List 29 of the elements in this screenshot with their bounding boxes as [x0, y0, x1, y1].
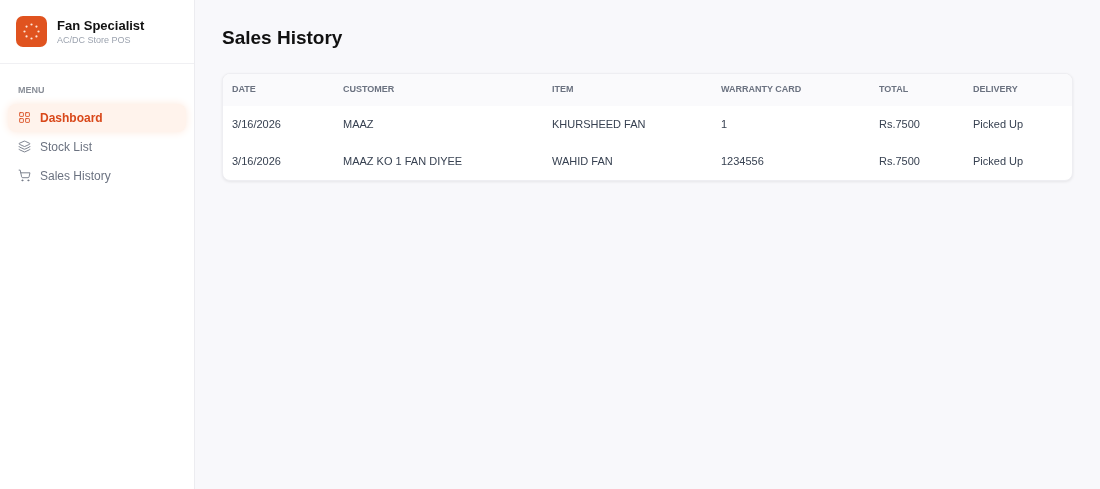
table-cell-text: Rs.7500	[879, 153, 921, 169]
menu-heading: MENU	[17, 84, 46, 97]
sidebar-item[interactable]: Dashboard	[8, 103, 186, 132]
table-cell-text: KHURSHEED FAN	[552, 116, 647, 132]
sidebar-item[interactable]: Stock List	[8, 132, 186, 161]
column-header: DATE	[232, 82, 257, 96]
column-header: DELIVERY	[973, 82, 1019, 96]
cart-icon	[18, 169, 31, 182]
column-header: ITEM	[552, 82, 575, 96]
column-header: CUSTOMER	[343, 82, 396, 96]
column-header: TOTAL	[879, 82, 910, 96]
layers-icon	[18, 140, 31, 153]
table-cell-text: WAHID FAN	[552, 153, 614, 169]
table-cell-text: 3/16/2026	[232, 153, 282, 169]
brand-title: Fan Specialist	[57, 17, 145, 34]
brand-subtitle: AC/DC Store POS	[57, 33, 132, 46]
table-cell-text: Rs.7500	[879, 116, 921, 132]
table-cell-text: MAAZ KO 1 FAN DIYEE	[343, 153, 464, 169]
column-header: WARRANTY CARD	[721, 82, 803, 96]
table-cell-text: MAAZ	[343, 116, 375, 132]
page-title: Sales History	[222, 26, 344, 50]
table-cell-text: 1234556	[721, 153, 765, 169]
table-cell-text: Picked Up	[973, 116, 1025, 132]
logo-icon	[16, 16, 47, 47]
table-cell-text: Picked Up	[973, 153, 1025, 169]
grid-icon	[18, 111, 31, 124]
table-cell-text: 3/16/2026	[232, 116, 282, 132]
sidebar-item[interactable]: Sales History	[8, 161, 186, 190]
table-cell-text: 1	[721, 116, 729, 132]
